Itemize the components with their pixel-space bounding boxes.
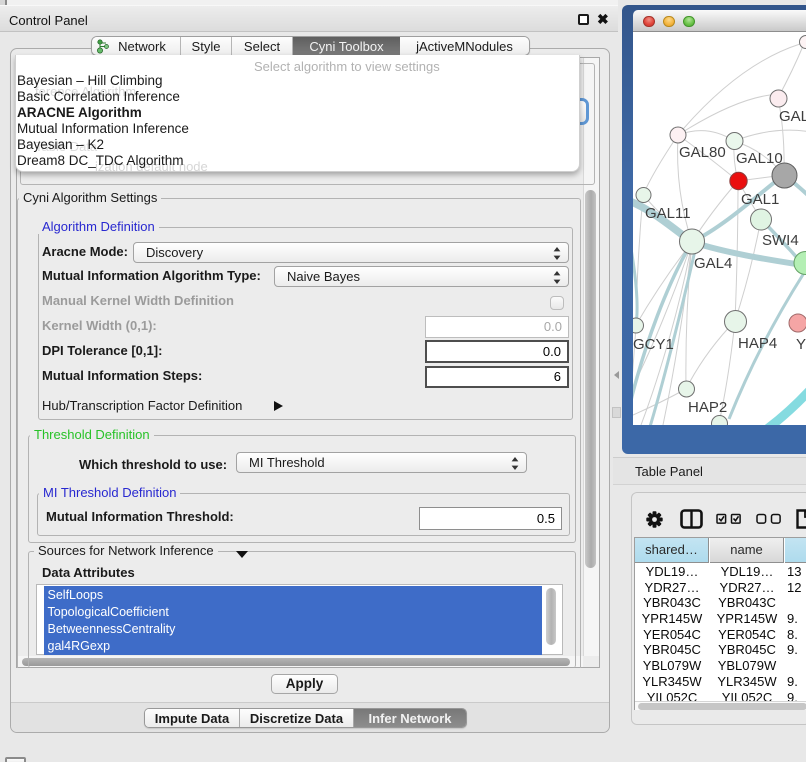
svg-text:YJL05: YJL05 bbox=[796, 336, 806, 353]
svg-text:HAP4: HAP4 bbox=[738, 335, 777, 352]
svg-text:GAL80: GAL80 bbox=[679, 144, 726, 161]
svg-text:SWI4: SWI4 bbox=[762, 232, 799, 249]
svg-text:GCY1: GCY1 bbox=[633, 336, 674, 353]
svg-text:GAL11: GAL11 bbox=[645, 205, 691, 222]
svg-text:GAL10: GAL10 bbox=[736, 150, 783, 167]
svg-text:GAL4: GAL4 bbox=[694, 255, 732, 272]
svg-text:GAL7: GAL7 bbox=[779, 108, 806, 125]
svg-text:HAP2: HAP2 bbox=[688, 399, 727, 416]
svg-text:GAL1: GAL1 bbox=[741, 191, 779, 208]
